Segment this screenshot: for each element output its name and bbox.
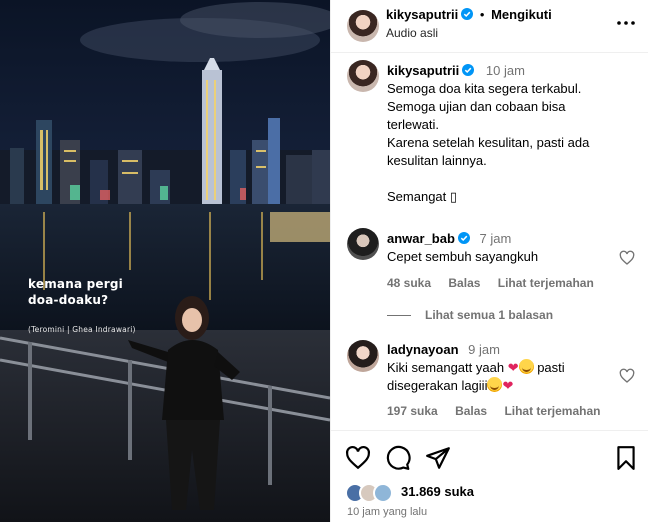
post-header: kikysaputrii • Mengikuti Audio asli (331, 0, 648, 53)
avatar[interactable] (347, 340, 379, 372)
overlay-caption: kemana pergi doa-doaku? (28, 276, 123, 308)
see-translation-button[interactable]: Lihat terjemahan (504, 404, 600, 418)
avatar[interactable] (347, 60, 379, 92)
comment-time: 7 jam (479, 231, 512, 246)
verified-badge-icon (462, 64, 475, 76)
view-replies-button[interactable]: Lihat semua 1 balasan (387, 308, 553, 322)
red-heart-emoji-icon: ❤ (502, 378, 514, 393)
post-side-panel: kikysaputrii • Mengikuti Audio asli kiky… (330, 0, 648, 522)
heart-icon[interactable] (619, 250, 635, 266)
comment-text-part: pasti (533, 360, 565, 375)
separator-dot: • (479, 7, 485, 22)
comment-username[interactable]: anwar_bab (387, 231, 455, 246)
comment-likes[interactable]: 48 suka (387, 276, 431, 290)
audio-link[interactable]: Audio asli (386, 26, 438, 40)
header-username[interactable]: kikysaputrii (386, 7, 458, 22)
avatar (373, 483, 393, 503)
header-user-line: kikysaputrii • Mengikuti (386, 7, 552, 22)
likes-count[interactable]: 31.869 suka (401, 484, 474, 499)
post-time: 10 jam yang lalu (347, 506, 428, 518)
caption-line: Semoga doa kita segera terkabul. (387, 81, 582, 96)
caption-username[interactable]: kikysaputrii (387, 63, 459, 78)
comment-text: Cepet sembuh sayangkuh (387, 249, 539, 264)
avatar[interactable] (347, 228, 379, 260)
night-city-photo (0, 0, 330, 522)
heart-icon[interactable] (619, 368, 635, 384)
post-media[interactable]: kemana pergi doa-doaku? (Teromini | Ghea… (0, 0, 330, 522)
replies-divider (387, 315, 411, 317)
caption-time: 10 jam (485, 63, 525, 78)
caption-line: terlewati. (387, 117, 440, 132)
likers-avatars[interactable] (345, 483, 397, 503)
comment-username[interactable]: ladynayoan (387, 342, 459, 357)
save-icon[interactable] (613, 445, 639, 471)
comment-icon[interactable] (385, 445, 411, 471)
comment-likes[interactable]: 197 suka (387, 404, 438, 418)
heart-icon[interactable] (345, 445, 371, 471)
comment-text: Kiki semangatt yaah ❤ pasti (387, 359, 619, 377)
following-button[interactable]: Mengikuti (491, 7, 552, 22)
comment-time: 9 jam (468, 342, 500, 357)
post-actions-footer: 31.869 suka 10 jam yang lalu (331, 430, 648, 522)
comment-text-part: disegerakan lagiii (387, 378, 488, 393)
view-replies-label: Lihat semua 1 balasan (425, 308, 554, 322)
caption-line: kesulitan lainnya. (387, 153, 487, 168)
caption-line: Semoga ujian dan cobaan bisa (387, 99, 566, 114)
comment-text-part: Kiki semangatt yaah (387, 360, 508, 375)
comments-scroll-area[interactable]: kikysaputrii 10 jam Semoga doa kita sege… (331, 54, 648, 430)
overlay-caption-line-1: kemana pergi (28, 277, 123, 291)
verified-badge-icon (457, 232, 470, 244)
reply-button[interactable]: Balas (448, 276, 480, 290)
share-icon[interactable] (425, 445, 451, 471)
overlay-caption-line-2: doa-doaku? (28, 293, 109, 307)
overlay-credit: (Teromini | Ghea Indrawari) (28, 325, 136, 334)
verified-badge-icon (461, 8, 474, 20)
caption-user-line: kikysaputrii 10 jam (387, 62, 619, 80)
caption-line: Semangat ▯ (387, 189, 458, 204)
see-translation-button[interactable]: Lihat terjemahan (498, 276, 594, 290)
avatar[interactable] (347, 10, 379, 42)
more-options-icon[interactable] (615, 12, 637, 34)
caption-line (387, 170, 619, 188)
caption-line: Karena setelah kesulitan, pasti ada (387, 135, 590, 150)
smiling-face-emoji-icon (518, 359, 534, 374)
smiling-face-emoji-icon (487, 377, 503, 392)
red-heart-emoji-icon: ❤ (507, 360, 519, 375)
reply-button[interactable]: Balas (455, 404, 487, 418)
